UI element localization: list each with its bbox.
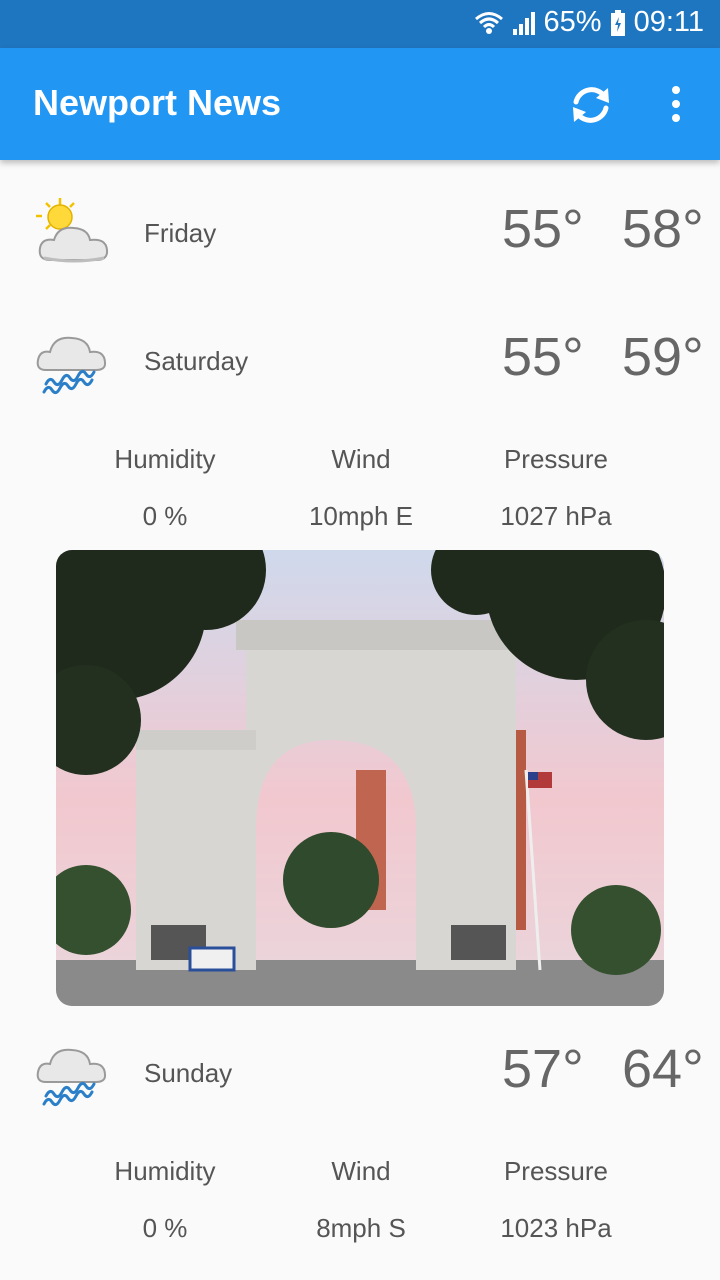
humidity-value: 0 % — [142, 501, 188, 531]
humidity-block: Humidity 0 % — [65, 444, 265, 532]
sunday-details: Humidity 0 % Wind 8mph S Pressure 1023 h… — [0, 1156, 720, 1256]
humidity-block: Humidity 0 % — [65, 1156, 265, 1244]
pressure-value: 1023 hPa — [500, 1213, 612, 1243]
humidity-label: Humidity — [114, 444, 216, 474]
page-title: Newport News — [33, 82, 282, 123]
wind-block: Wind 8mph S — [261, 1156, 461, 1244]
high-temp: 59° — [622, 327, 704, 387]
forecast-row-saturday[interactable]: Saturday 55° 59° — [0, 316, 720, 406]
wind-block: Wind 10mph E — [261, 444, 461, 532]
clock: 09:11 — [633, 6, 704, 38]
battery-icon — [610, 9, 625, 36]
pressure-label: Pressure — [503, 444, 609, 474]
wind-value: 10mph E — [308, 501, 414, 531]
status-bar: 65% 09:11 — [0, 0, 720, 48]
rain-cloud-icon — [36, 1048, 107, 1107]
low-temp: 57° — [502, 1039, 584, 1099]
signal-icon — [512, 11, 535, 35]
wifi-icon — [474, 11, 503, 34]
wind-value: 8mph S — [316, 1213, 406, 1243]
pressure-block: Pressure 1023 hPa — [456, 1156, 656, 1244]
city-photo — [56, 550, 664, 1006]
pressure-value: 1027 hPa — [500, 501, 612, 531]
more-options-icon[interactable] — [660, 82, 692, 128]
high-temp: 58° — [622, 199, 704, 259]
rain-cloud-icon — [36, 336, 107, 395]
day-label: Sunday — [144, 1058, 233, 1088]
humidity-label: Humidity — [114, 1156, 216, 1186]
low-temp: 55° — [502, 327, 584, 387]
partly-cloudy-icon — [36, 198, 109, 263]
pressure-block: Pressure 1027 hPa — [456, 444, 656, 532]
pressure-label: Pressure — [503, 1156, 609, 1186]
high-temp: 64° — [622, 1039, 704, 1099]
city-photo-image — [56, 550, 664, 1006]
day-label: Friday — [144, 218, 217, 248]
status-icons: 65% 09:11 — [474, 6, 704, 39]
battery-percent: 65% — [543, 6, 602, 38]
low-temp: 55° — [502, 199, 584, 259]
forecast-row-sunday[interactable]: Sunday 57° 64° — [0, 1028, 720, 1118]
refresh-icon[interactable] — [568, 82, 614, 128]
day-label: Saturday — [144, 346, 249, 376]
wind-label: Wind — [331, 1156, 391, 1186]
saturday-details: Humidity 0 % Wind 10mph E Pressure 1027 … — [0, 444, 720, 544]
app-bar: Newport News — [0, 48, 720, 160]
forecast-row-friday[interactable]: Friday 55° 58° — [0, 188, 720, 278]
humidity-value: 0 % — [142, 1213, 188, 1243]
wind-label: Wind — [331, 444, 391, 474]
